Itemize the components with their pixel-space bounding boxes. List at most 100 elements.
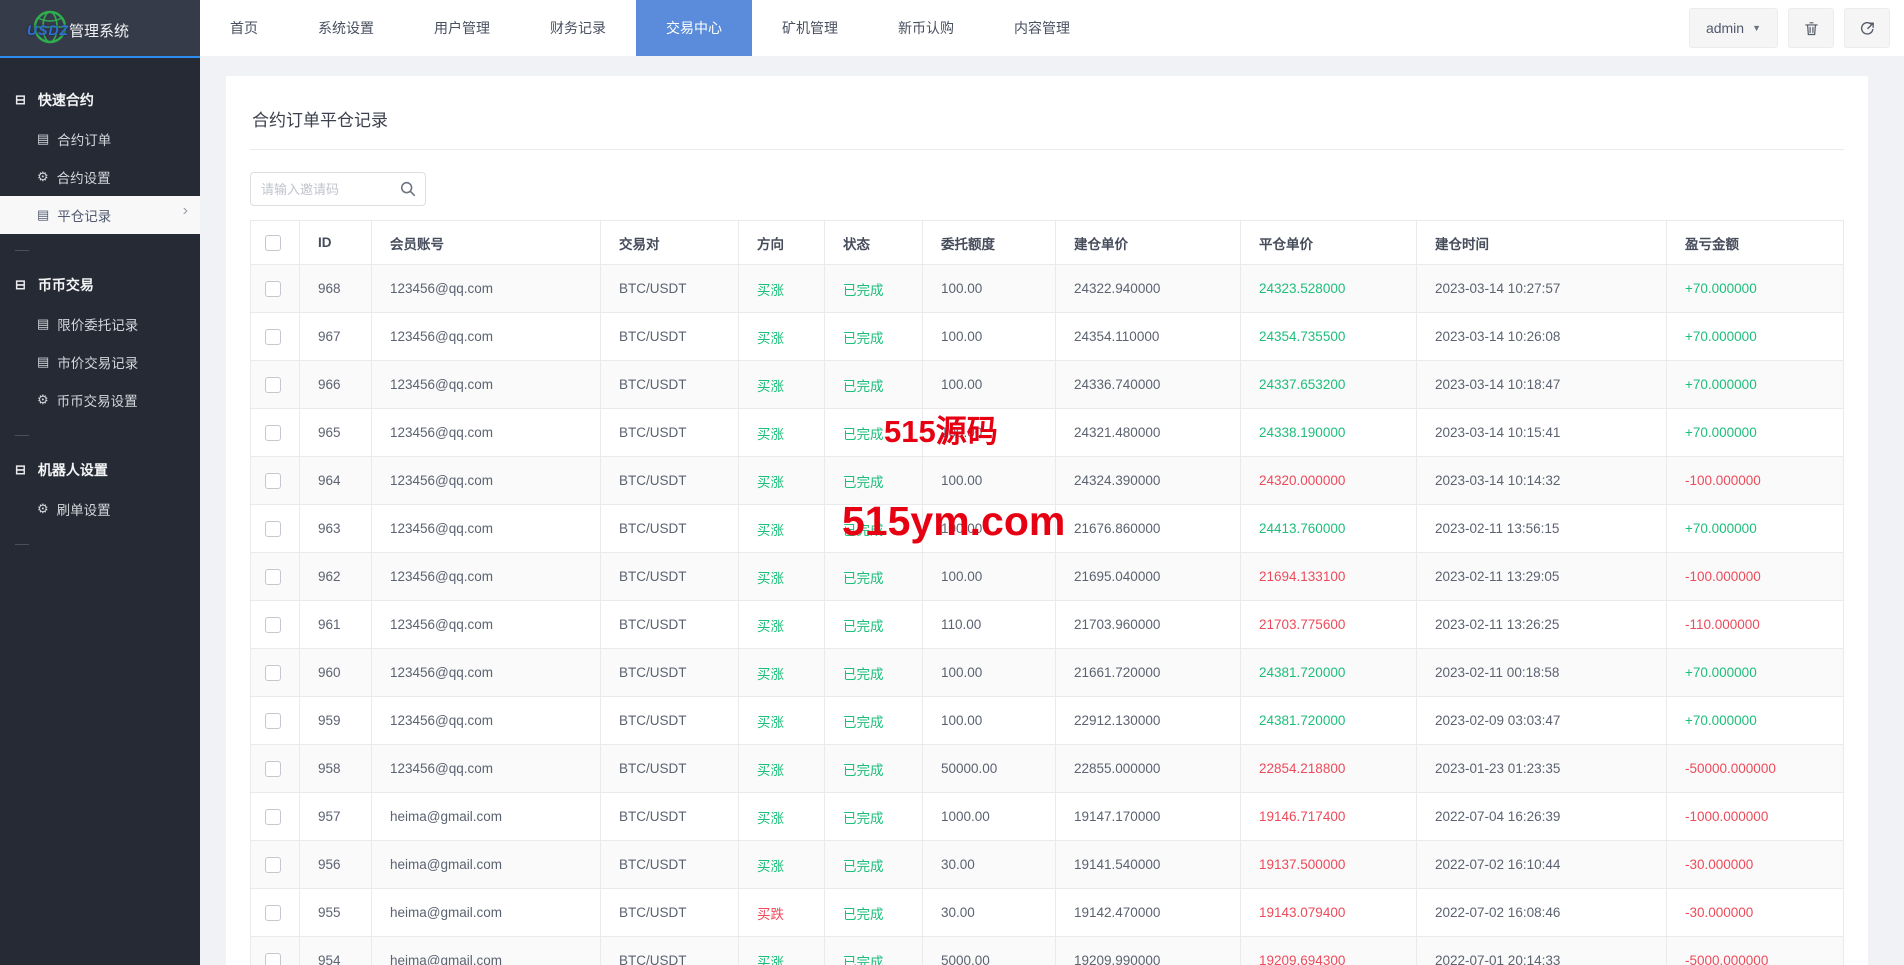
cell-pair: BTC/USDT — [600, 744, 739, 793]
row-checkbox[interactable] — [265, 904, 281, 921]
cell-open-price: 21703.960000 — [1055, 600, 1241, 649]
row-select-cell — [250, 840, 300, 889]
row-select-cell — [250, 936, 300, 965]
cell-pair: BTC/USDT — [600, 936, 739, 965]
cell-direction: 买涨 — [738, 936, 825, 965]
row-checkbox[interactable] — [265, 280, 281, 297]
cell-open-time: 2022-07-02 16:08:46 — [1416, 888, 1667, 937]
table-row: 958 123456@qq.com BTC/USDT 买涨 已完成 50000.00 228… — [250, 744, 1844, 793]
cell-open-time: 2023-02-11 13:56:15 — [1416, 504, 1667, 553]
cell-pnl: +70.000000 — [1666, 696, 1844, 745]
cell-id: 959 — [299, 696, 372, 745]
nav-tab-交易中心[interactable]: 交易中心 — [636, 0, 752, 56]
cell-direction: 买涨 — [738, 600, 825, 649]
nav-tab-首页[interactable]: 首页 — [200, 0, 288, 56]
cell-amount: 110.00 — [922, 600, 1056, 649]
cell-close-price: 24337.653200 — [1240, 360, 1417, 409]
cell-amount: 5000.00 — [922, 936, 1056, 965]
cell-close-price: 24323.528000 — [1240, 264, 1417, 313]
row-checkbox[interactable] — [265, 568, 281, 585]
cell-close-price: 21703.775600 — [1240, 600, 1417, 649]
sidebar-item-币币交易设置[interactable]: ⚙ 币币交易设置 — [0, 381, 200, 419]
sidebar-item-平仓记录[interactable]: ▤ 平仓记录 › — [0, 196, 200, 234]
table-row: 965 123456@qq.com BTC/USDT 买涨 已完成 100.00 24321… — [250, 408, 1844, 457]
cell-direction: 买涨 — [738, 456, 825, 505]
table-row: 957 heima@gmail.com BTC/USDT 买涨 已完成 1000.00 19… — [250, 792, 1844, 841]
row-checkbox[interactable] — [265, 856, 281, 873]
row-checkbox[interactable] — [265, 520, 281, 537]
cell-direction: 买涨 — [738, 840, 825, 889]
sidebar-group-快速合约[interactable]: ⊟ 快速合约 — [0, 80, 200, 120]
row-checkbox[interactable] — [265, 808, 281, 825]
cell-status: 已完成 — [824, 600, 923, 649]
cell-pnl: +70.000000 — [1666, 408, 1844, 457]
cell-close-price: 24381.720000 — [1240, 696, 1417, 745]
row-select-cell — [250, 456, 300, 505]
row-checkbox[interactable] — [265, 664, 281, 681]
row-checkbox[interactable] — [265, 760, 281, 777]
nav-tab-矿机管理[interactable]: 矿机管理 — [752, 0, 868, 56]
cell-direction: 买涨 — [738, 792, 825, 841]
cell-open-price: 22855.000000 — [1055, 744, 1241, 793]
sidebar-item-限价委托记录[interactable]: ▤ 限价委托记录 — [0, 305, 200, 343]
cell-direction: 买涨 — [738, 360, 825, 409]
cell-id: 968 — [299, 264, 372, 313]
cell-id: 955 — [299, 888, 372, 937]
cell-direction: 买涨 — [738, 696, 825, 745]
cell-pnl: +70.000000 — [1666, 360, 1844, 409]
nav-tab-内容管理[interactable]: 内容管理 — [984, 0, 1100, 56]
row-checkbox[interactable] — [265, 616, 281, 633]
cell-direction: 买跌 — [738, 888, 825, 937]
nav-tab-财务记录[interactable]: 财务记录 — [520, 0, 636, 56]
cell-amount: 100.00 — [922, 552, 1056, 601]
cell-open-time: 2023-03-14 10:26:08 — [1416, 312, 1667, 361]
search-icon[interactable] — [399, 180, 417, 198]
row-checkbox[interactable] — [265, 424, 281, 441]
cell-account: 123456@qq.com — [371, 312, 601, 361]
nav-tab-新币认购[interactable]: 新币认购 — [868, 0, 984, 56]
sidebar-group-机器人设置[interactable]: ⊟ 机器人设置 — [0, 450, 200, 490]
cell-close-price: 24381.720000 — [1240, 648, 1417, 697]
sidebar-item-合约订单[interactable]: ▤ 合约订单 — [0, 120, 200, 158]
cell-open-time: 2023-02-09 03:03:47 — [1416, 696, 1667, 745]
cell-id: 958 — [299, 744, 372, 793]
user-dropdown[interactable]: admin ▼ — [1688, 8, 1778, 48]
table-row: 964 123456@qq.com BTC/USDT 买涨 已完成 100.00 24324… — [250, 456, 1844, 505]
cell-close-price: 24338.190000 — [1240, 408, 1417, 457]
cell-account: 123456@qq.com — [371, 696, 601, 745]
sidebar-group-币币交易[interactable]: ⊟ 币币交易 — [0, 265, 200, 305]
table-row: 961 123456@qq.com BTC/USDT 买涨 已完成 110.00 21703… — [250, 600, 1844, 649]
title-divider — [250, 149, 1844, 150]
cell-amount: 100.00 — [922, 264, 1056, 313]
cell-pair: BTC/USDT — [600, 552, 739, 601]
cell-open-price: 19209.990000 — [1055, 936, 1241, 965]
row-checkbox[interactable] — [265, 952, 281, 965]
cell-open-price: 19147.170000 — [1055, 792, 1241, 841]
logo-text: USDZ — [27, 22, 70, 38]
cell-pair: BTC/USDT — [600, 600, 739, 649]
cell-open-time: 2022-07-01 20:14:33 — [1416, 936, 1667, 965]
nav-tab-用户管理[interactable]: 用户管理 — [404, 0, 520, 56]
logout-button[interactable] — [1844, 8, 1890, 48]
app-logo: USDZ 管理系统 — [0, 0, 200, 56]
sidebar-item-刷单设置[interactable]: ⚙ 刷单设置 — [0, 490, 200, 528]
column-header-平仓单价: 平仓单价 — [1240, 220, 1417, 265]
row-checkbox[interactable] — [265, 712, 281, 729]
cell-amount: 100.00 — [922, 696, 1056, 745]
table-row: 962 123456@qq.com BTC/USDT 买涨 已完成 100.00 21695… — [250, 552, 1844, 601]
collapse-icon: ⊟ — [15, 462, 26, 477]
nav-tab-系统设置[interactable]: 系统设置 — [288, 0, 404, 56]
column-header-建仓时间: 建仓时间 — [1416, 220, 1667, 265]
column-header-建仓单价: 建仓单价 — [1055, 220, 1241, 265]
select-all-checkbox[interactable] — [265, 234, 281, 251]
sidebar-item-合约设置[interactable]: ⚙ 合约设置 — [0, 158, 200, 196]
row-checkbox[interactable] — [265, 328, 281, 345]
main-content: 合约订单平仓记录 请输入邀请码 ID 会员账号 交易对 方向 状态 委托额度 建… — [200, 56, 1904, 965]
row-checkbox[interactable] — [265, 376, 281, 393]
clear-cache-button[interactable] — [1788, 8, 1834, 48]
top-nav: 首页 系统设置 用户管理 财务记录 交易中心 矿机管理 新币认购 内容管理 — [200, 0, 1100, 56]
cell-amount: 30.00 — [922, 840, 1056, 889]
row-checkbox[interactable] — [265, 472, 281, 489]
cell-pair: BTC/USDT — [600, 888, 739, 937]
sidebar-item-市价交易记录[interactable]: ▤ 市价交易记录 — [0, 343, 200, 381]
